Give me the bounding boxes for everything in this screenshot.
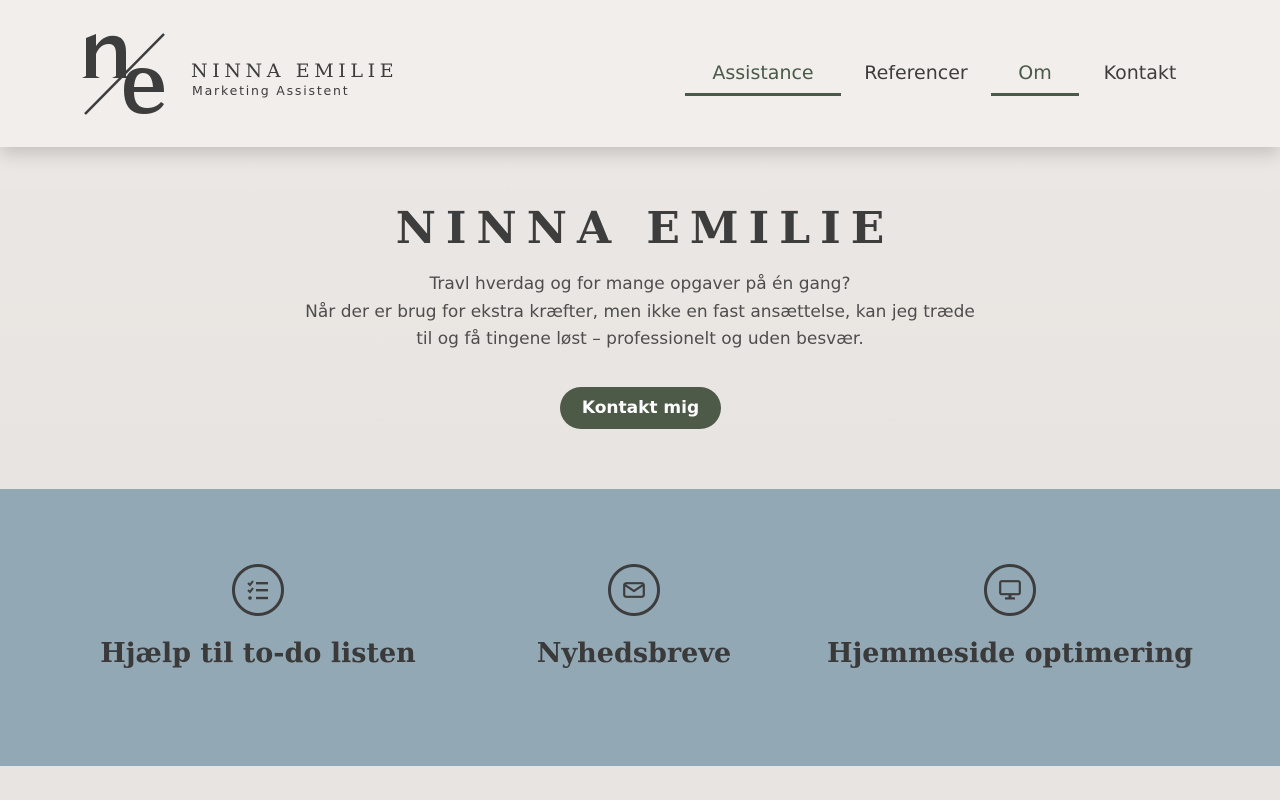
hero-section: NINNA EMILIE Travl hverdag og for mange … [0,147,1280,489]
service-title: Hjælp til to-do listen [100,638,416,669]
page-footer-edge [0,766,1280,800]
site-header: NINNA EMILIE Marketing Assistent Assista… [0,0,1280,147]
nav-item-kontakt[interactable]: Kontakt [1089,52,1191,96]
hero-line: Travl hverdag og for mange opgaver på én… [429,274,851,294]
service-newsletters: Nyhedsbreve [446,564,822,684]
hero-line: Når der er brug for ekstra kræfter, men … [305,301,975,322]
checklist-icon [232,564,284,616]
services-section: Hjælp til to-do listen Nyhedsbreve Hjemm… [0,489,1280,766]
logo[interactable]: NINNA EMILIE Marketing Assistent [82,30,422,118]
hero-description: Travl hverdag og for mange opgaver på én… [270,271,1010,354]
nav-item-om[interactable]: Om [991,52,1079,96]
contact-me-button[interactable]: Kontakt mig [560,387,721,429]
hero-title: NINNA EMILIE [395,203,895,254]
logo-monogram-icon [82,33,165,115]
nav-item-assistance[interactable]: Assistance [685,52,841,96]
logo-name: NINNA EMILIE [191,60,399,82]
logo-tagline: Marketing Assistent [192,83,350,98]
nav-item-referencer[interactable]: Referencer [851,52,981,96]
service-title: Hjemmeside optimering [826,638,1194,669]
service-website: Hjemmeside optimering [822,564,1198,684]
envelope-icon [608,564,660,616]
service-title: Nyhedsbreve [536,638,732,669]
hero-line: til og få tingene løst – professionelt o… [416,329,864,349]
monitor-icon [984,564,1036,616]
service-todo: Hjælp til to-do listen [70,564,446,684]
